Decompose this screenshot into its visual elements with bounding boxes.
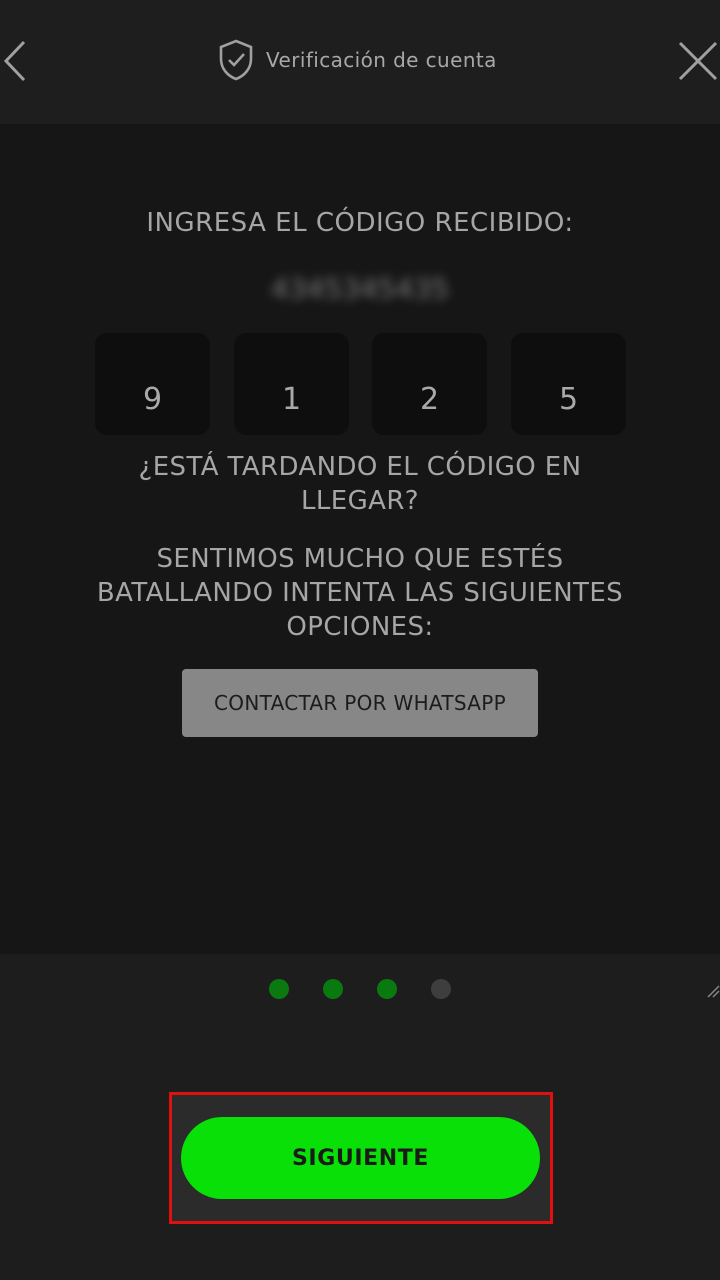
code-digit-1[interactable]: 9: [95, 333, 210, 435]
back-button[interactable]: [0, 38, 30, 84]
code-digit-4[interactable]: 5: [511, 333, 626, 435]
page-dot-4: [431, 979, 451, 999]
chevron-left-icon: [3, 40, 26, 82]
page-dot-1: [269, 979, 289, 999]
delay-question-line-1: ¿ESTÁ TARDANDO EL CÓDIGO EN: [138, 452, 582, 482]
close-icon: [678, 41, 718, 81]
verification-panel: INGRESA EL CÓDIGO RECIBIDO: 4345345435 9…: [0, 124, 720, 954]
header-bar: Verificación de cuenta: [0, 0, 720, 124]
page-indicator: [0, 979, 720, 999]
contact-whatsapp-button[interactable]: CONTACTAR POR WHATSAPP: [182, 669, 538, 737]
phone-number: 4345345435: [270, 272, 450, 305]
shield-check-icon: [219, 39, 253, 81]
resize-handle-icon: [707, 985, 720, 998]
next-button[interactable]: SIGUIENTE: [181, 1117, 540, 1199]
page-dot-3: [377, 979, 397, 999]
close-button[interactable]: [676, 38, 720, 84]
page-title: Verificación de cuenta: [266, 48, 497, 72]
page-dot-2: [323, 979, 343, 999]
help-message-line-2: BATALLANDO INTENTA LAS SIGUIENTES: [96, 578, 624, 608]
verification-screen: Verificación de cuenta INGRESA EL CÓDIGO…: [0, 0, 720, 1280]
code-heading: INGRESA EL CÓDIGO RECIBIDO:: [146, 208, 574, 238]
help-message: SENTIMOS MUCHO QUE ESTÉS BATALLANDO INTE…: [0, 542, 720, 644]
code-input-row: 9 1 2 5: [95, 333, 626, 435]
delay-question-line-2: LLEGAR?: [301, 486, 419, 516]
help-message-line-3: OPCIONES:: [286, 612, 434, 642]
code-digit-3[interactable]: 2: [372, 333, 487, 435]
header-title-group: Verificación de cuenta: [216, 38, 497, 82]
delay-question: ¿ESTÁ TARDANDO EL CÓDIGO EN LLEGAR?: [0, 450, 720, 518]
code-digit-2[interactable]: 1: [234, 333, 349, 435]
help-message-line-1: SENTIMOS MUCHO QUE ESTÉS: [156, 544, 564, 574]
